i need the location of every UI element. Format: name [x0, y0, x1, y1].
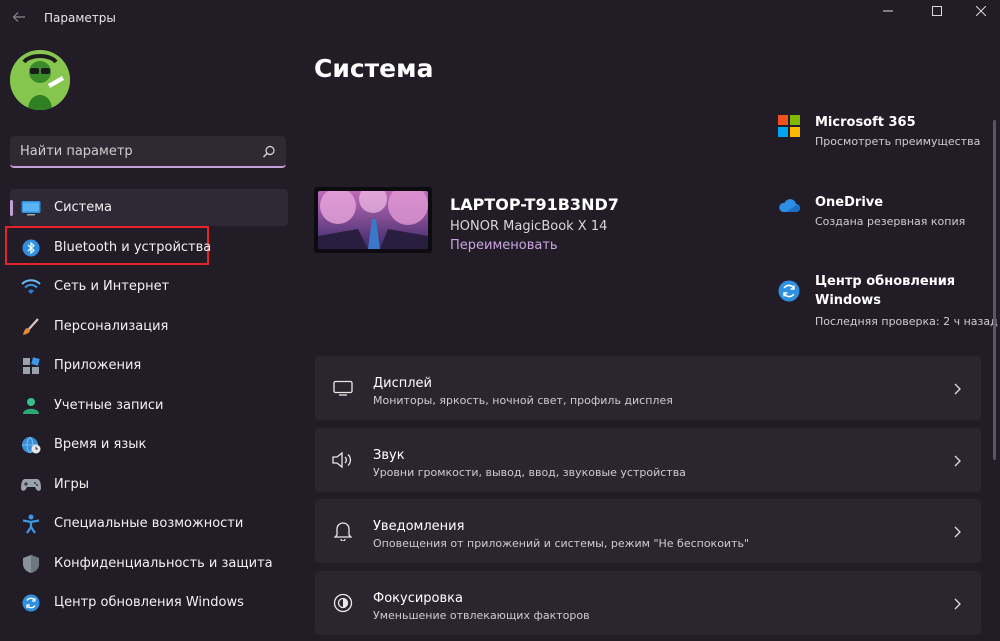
chevron-right-icon	[951, 524, 963, 538]
selected-indicator	[10, 200, 13, 216]
search-input[interactable]	[10, 136, 250, 166]
search-box[interactable]	[10, 136, 286, 168]
sidebar-item-apps[interactable]: Приложения	[10, 347, 288, 384]
speaker-icon	[332, 449, 354, 471]
bluetooth-icon	[21, 238, 41, 258]
sidebar-item-bluetooth[interactable]: Bluetooth и устройства	[5, 225, 288, 266]
maximize-button[interactable]	[914, 0, 959, 22]
setting-title: Фокусировка	[373, 590, 463, 606]
setting-title: Дисплей	[373, 376, 433, 391]
scrollbar[interactable]	[993, 120, 996, 460]
display-icon	[21, 198, 41, 218]
brush-icon	[21, 317, 41, 337]
sidebar-item-time-language[interactable]: Время и язык	[10, 426, 288, 463]
minimize-button[interactable]	[865, 0, 910, 22]
setting-focus[interactable]: Фокусировка Уменьшение отвлекающих факто…	[315, 570, 981, 635]
side-card-title: Microsoft 365	[815, 115, 916, 130]
setting-subtitle: Уровни громкости, вывод, ввод, звуковые …	[373, 465, 686, 479]
sidebar-item-label: Конфиденциальность и защита	[54, 555, 273, 571]
sidebar-item-system[interactable]: Система	[10, 189, 288, 226]
search-icon[interactable]	[262, 144, 276, 158]
cloud-icon	[778, 195, 800, 217]
setting-title: Звук	[373, 447, 405, 463]
page-title: Система	[314, 54, 434, 83]
wifi-icon	[21, 277, 41, 297]
sidebar-item-label: Bluetooth и устройства	[54, 239, 212, 255]
chevron-right-icon	[951, 381, 963, 395]
update-icon	[778, 280, 800, 302]
globe-clock-icon	[21, 435, 41, 455]
device-model: HONOR MagicBook X 14	[450, 219, 608, 234]
shield-icon	[21, 554, 41, 574]
setting-subtitle: Оповещения от приложений и системы, режи…	[373, 537, 750, 550]
microsoft-365-card[interactable]: Microsoft 365 Просмотреть преимущества	[778, 113, 1000, 153]
sidebar-item-label: Время и язык	[54, 437, 147, 452]
setting-sound[interactable]: Звук Уровни громкости, вывод, ввод, звук…	[315, 427, 981, 492]
sidebar-item-label: Специальные возможности	[54, 516, 244, 531]
title-bar: Параметры	[0, 0, 1000, 38]
bell-icon	[332, 520, 354, 542]
sidebar-item-network[interactable]: Сеть и Интернет	[10, 268, 288, 305]
sidebar-item-label: Сеть и Интернет	[54, 279, 170, 294]
avatar[interactable]	[10, 50, 70, 110]
accessibility-icon	[21, 514, 41, 534]
setting-notifications[interactable]: Уведомления Оповещения от приложений и с…	[315, 499, 981, 563]
side-card-title: OneDrive	[815, 195, 884, 210]
side-card-subtitle: Просмотреть преимущества	[815, 135, 981, 148]
gamepad-icon	[21, 475, 41, 495]
side-card-subtitle: Создана резервная копия	[815, 215, 966, 228]
side-card-title: Центр обновления Windows	[815, 274, 956, 308]
apps-icon	[21, 356, 41, 376]
chevron-right-icon	[951, 453, 963, 467]
wallpaper-image	[318, 191, 428, 249]
sidebar-item-label: Учетные записи	[54, 397, 164, 413]
sidebar-item-label: Приложения	[54, 358, 142, 373]
chevron-right-icon	[951, 596, 963, 610]
microsoft-logo-icon	[778, 115, 800, 137]
sidebar-item-label: Система	[54, 200, 113, 215]
sidebar-item-windows-update[interactable]: Центр обновления Windows	[10, 584, 288, 621]
setting-display[interactable]: Дисплей Мониторы, яркость, ночной свет, …	[315, 356, 981, 420]
focus-icon	[332, 592, 354, 614]
sidebar-item-accounts[interactable]: Учетные записи	[10, 387, 288, 424]
update-icon	[21, 593, 41, 613]
setting-title: Уведомления	[373, 519, 465, 534]
person-icon	[21, 396, 41, 416]
sidebar-item-label: Персонализация	[54, 318, 169, 334]
windows-update-card[interactable]: Центр обновления Windows Последняя прове…	[778, 272, 1000, 332]
sidebar-item-personalization[interactable]: Персонализация	[10, 308, 288, 345]
rename-link[interactable]: Переименовать	[450, 238, 558, 253]
sidebar-item-accessibility[interactable]: Специальные возможности	[10, 505, 288, 542]
monitor-icon	[332, 377, 354, 399]
sidebar-item-privacy[interactable]: Конфиденциальность и защита	[10, 545, 288, 582]
side-card-subtitle: Последняя проверка: 2 ч назад	[815, 315, 998, 328]
sidebar-item-label: Центр обновления Windows	[54, 595, 244, 610]
app-title: Параметры	[44, 11, 116, 25]
setting-subtitle: Мониторы, яркость, ночной свет, профиль …	[373, 394, 673, 407]
sidebar-item-gaming[interactable]: Игры	[10, 466, 288, 503]
close-button[interactable]	[958, 0, 1000, 22]
device-name: LAPTOP-T91B3ND7	[450, 195, 619, 214]
onedrive-card[interactable]: OneDrive Создана резервная копия	[778, 193, 1000, 233]
sidebar-nav: Система Bluetooth и устройства Сеть и Ин…	[5, 189, 288, 624]
sidebar-item-label: Игры	[54, 476, 90, 492]
setting-subtitle: Уменьшение отвлекающих факторов	[373, 608, 590, 622]
settings-list: Дисплей Мониторы, яркость, ночной свет, …	[315, 356, 981, 641]
device-thumbnail	[314, 187, 432, 253]
back-arrow-icon[interactable]	[8, 8, 30, 30]
